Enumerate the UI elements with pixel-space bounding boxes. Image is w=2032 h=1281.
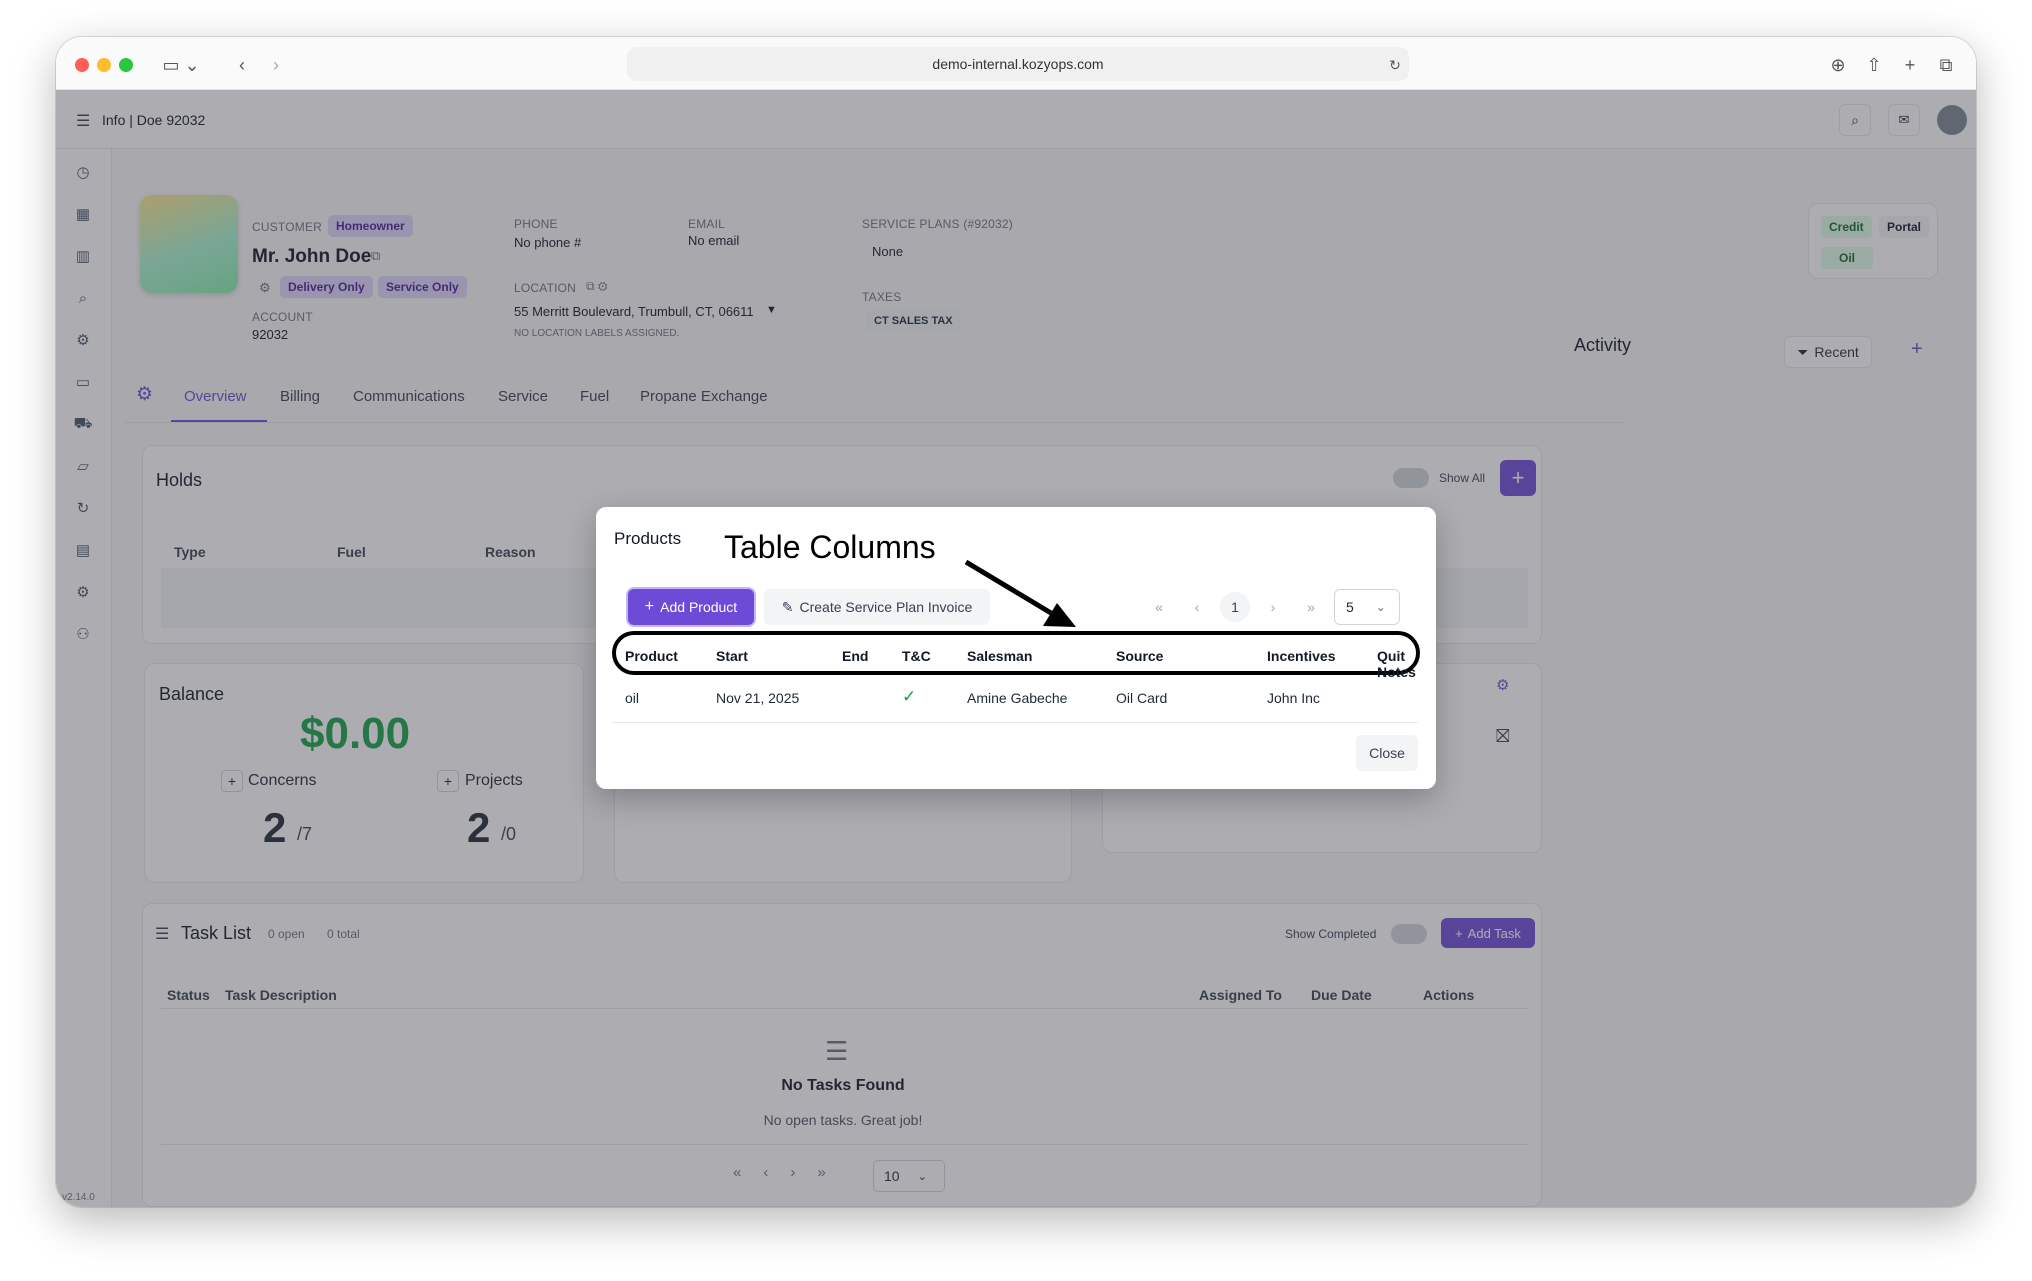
add-product-button[interactable]: + Add Product <box>628 589 754 625</box>
share-icon[interactable]: ⇧ <box>1862 51 1886 79</box>
cell-start: Nov 21, 2025 <box>716 690 800 706</box>
col-start: Start <box>716 648 748 664</box>
tab-overview-icon[interactable]: ⧉ <box>1934 51 1958 79</box>
last-page-icon[interactable]: » <box>1296 592 1326 622</box>
url-text: demo-internal.kozyops.com <box>932 56 1104 72</box>
col-source: Source <box>1116 648 1164 664</box>
chevron-down-icon: ⌄ <box>1375 600 1386 614</box>
cell-product: oil <box>625 690 640 706</box>
col-salesman: Salesman <box>967 648 1033 664</box>
cell-incentives: John Inc <box>1267 690 1320 706</box>
add-product-label: Add Product <box>660 599 738 615</box>
products-modal: Products Table Columns + Add Product ✎ Cre… <box>596 507 1436 789</box>
col-product: Product <box>625 648 678 664</box>
current-page[interactable]: 1 <box>1220 592 1250 622</box>
edit-icon: ✎ <box>781 598 794 615</box>
col-tc: T&C <box>902 648 931 664</box>
prev-page-icon[interactable]: ‹ <box>1182 592 1212 622</box>
add-product-plus-icon: + <box>644 598 655 615</box>
close-window-button[interactable] <box>75 58 89 72</box>
check-icon: ✓ <box>902 687 917 706</box>
browser-toolbar: ▭ ⌄ ‹ › demo-internal.kozyops.com ↻ ⊕ ⇧ … <box>56 37 1976 90</box>
page-size-value: 5 <box>1346 599 1354 615</box>
browser-window: ▭ ⌄ ‹ › demo-internal.kozyops.com ↻ ⊕ ⇧ … <box>56 37 1976 1207</box>
new-tab-icon[interactable]: + <box>1898 51 1922 79</box>
close-button[interactable]: Close <box>1356 735 1418 771</box>
next-page-icon[interactable]: › <box>1258 592 1288 622</box>
create-invoice-label: Create Service Plan Invoice <box>799 599 973 615</box>
forward-icon[interactable]: › <box>262 51 290 79</box>
zoom-window-button[interactable] <box>119 58 133 72</box>
create-invoice-button[interactable]: ✎ Create Service Plan Invoice <box>764 589 990 625</box>
cell-salesman: Amine Gabeche <box>967 690 1068 706</box>
col-end: End <box>842 648 869 664</box>
minimize-window-button[interactable] <box>97 58 111 72</box>
table-row[interactable]: oil Nov 21, 2025 ✓ Amine Gabeche Oil Car… <box>612 675 1418 723</box>
page-size-select[interactable]: 5 ⌄ <box>1334 589 1400 625</box>
address-bar[interactable]: demo-internal.kozyops.com <box>627 47 1409 81</box>
col-incentives: Incentives <box>1267 648 1336 664</box>
download-icon[interactable]: ⊕ <box>1826 51 1850 79</box>
reload-icon[interactable]: ↻ <box>1385 51 1405 79</box>
cell-source: Oil Card <box>1116 690 1168 706</box>
first-page-icon[interactable]: « <box>1144 592 1174 622</box>
sidebar-toggle-icon[interactable]: ▭ ⌄ <box>156 51 206 79</box>
back-icon[interactable]: ‹ <box>228 51 256 79</box>
